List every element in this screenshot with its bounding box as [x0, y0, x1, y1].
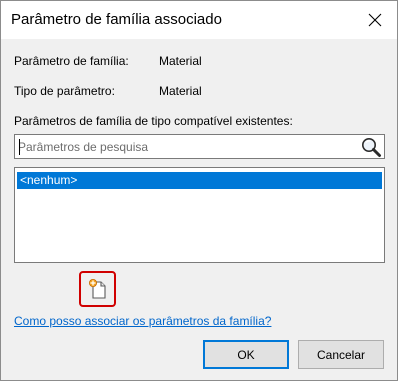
associate-family-parameter-dialog: Parâmetro de família associado Parâmetro…	[0, 0, 398, 381]
list-item[interactable]: <nenhum>	[17, 172, 382, 189]
help-link[interactable]: Como posso associar os parâmetros da fam…	[14, 314, 271, 328]
search-box	[14, 134, 385, 159]
parameters-list[interactable]: <nenhum>	[14, 167, 385, 263]
magnifier-icon	[362, 138, 381, 157]
parameter-type-label: Tipo de parâmetro:	[14, 84, 115, 98]
title-bar: Parâmetro de família associado	[1, 1, 397, 39]
dialog-title: Parâmetro de família associado	[11, 11, 222, 28]
existing-parameters-label: Parâmetros de família de tipo compatível…	[14, 114, 293, 128]
text-caret	[19, 139, 20, 155]
family-parameter-value: Material	[159, 54, 202, 68]
close-icon	[368, 13, 382, 27]
close-button[interactable]	[353, 1, 397, 39]
new-parameter-icon	[88, 279, 106, 299]
search-button[interactable]	[360, 136, 382, 158]
cancel-button[interactable]: Cancelar	[298, 340, 384, 369]
ok-button[interactable]: OK	[203, 340, 289, 369]
family-parameter-label: Parâmetro de família:	[14, 54, 129, 68]
new-parameter-button[interactable]	[79, 271, 116, 307]
parameter-type-value: Material	[159, 84, 202, 98]
search-input[interactable]	[18, 138, 348, 156]
